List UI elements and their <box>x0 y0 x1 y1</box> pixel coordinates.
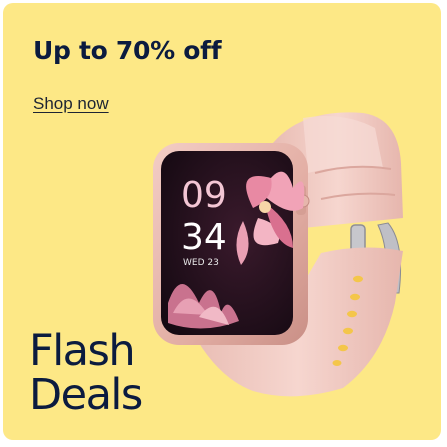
flash-deals-line1: Flash <box>29 326 136 376</box>
watch-hour: 09 <box>181 175 227 216</box>
flash-deals-line2: Deals <box>29 370 143 420</box>
flash-deals-card[interactable]: Up to 70% off Shop now 09 34 WED 23 Flas… <box>3 3 441 440</box>
smartwatch-image[interactable]: 09 34 WED 23 <box>143 98 441 418</box>
promo-headline: Up to 70% off <box>33 36 222 65</box>
watch-minute: 34 <box>181 217 227 258</box>
watch-date: WED 23 <box>183 258 219 268</box>
shop-now-link[interactable]: Shop now <box>33 94 109 114</box>
flash-deals-badge: Flash Deals <box>29 326 143 420</box>
